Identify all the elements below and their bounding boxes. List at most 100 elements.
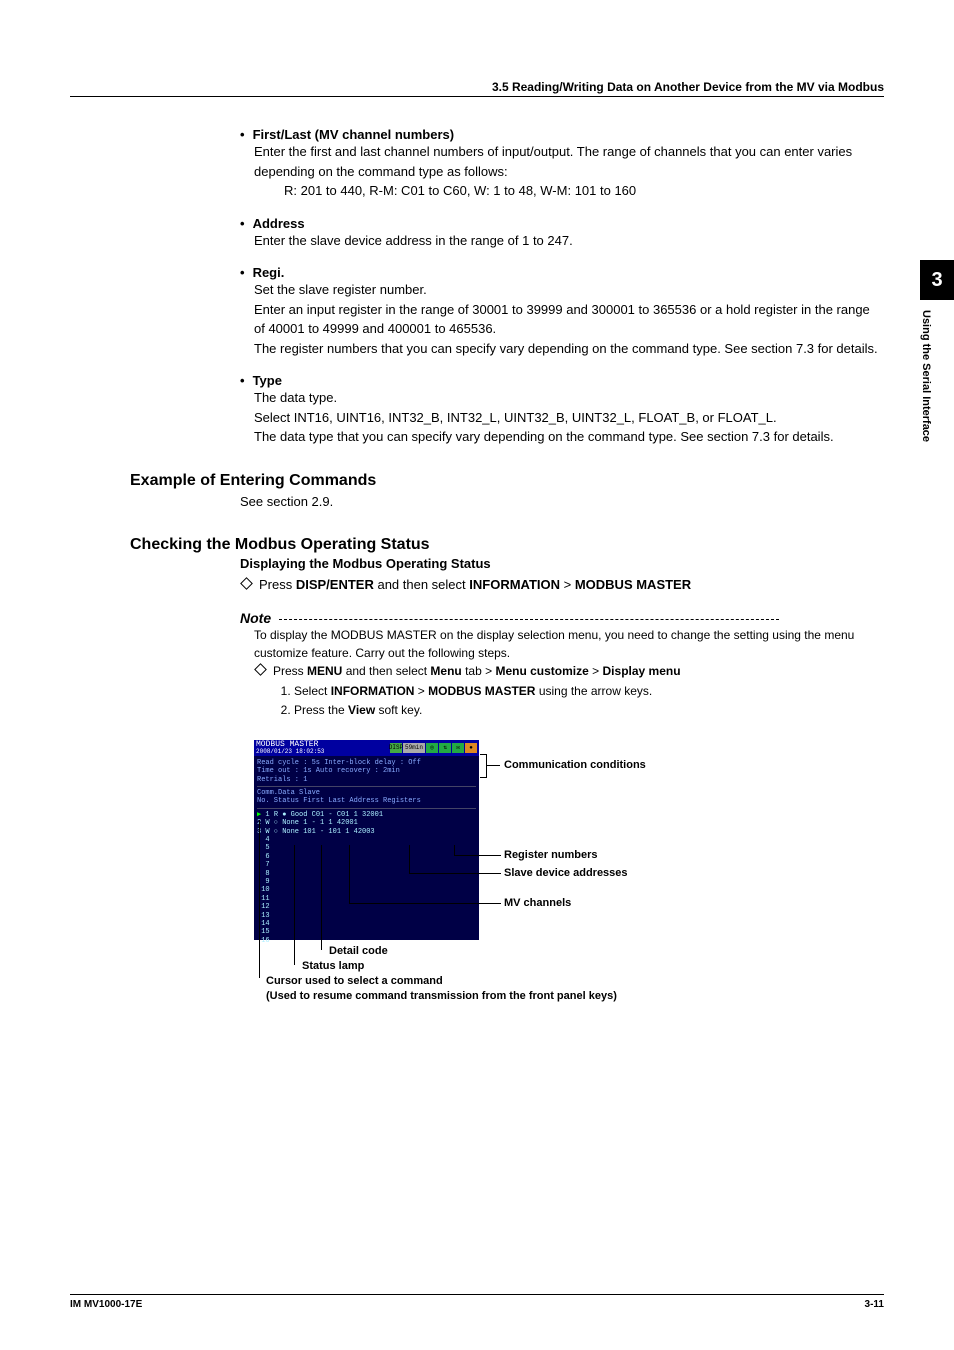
callout-slave-addresses: Slave device addresses xyxy=(504,867,628,879)
note-heading: Note xyxy=(240,610,271,626)
callout-detail-code: Detail code xyxy=(329,945,388,957)
page: 3 Using the Serial Interface 3.5 Reading… xyxy=(0,0,954,1350)
callout-comm-conditions: Communication conditions xyxy=(504,759,646,771)
term-row: 2 W ○ None 1 - 1 1 42001 xyxy=(257,819,476,827)
term-row: 3 W ○ None 101 - 101 1 42003 xyxy=(257,828,476,836)
callout-cursor-sub: (Used to resume command transmission fro… xyxy=(266,990,617,1002)
text: See section 2.9. xyxy=(240,492,884,512)
bullet-address: •Address Enter the slave device address … xyxy=(240,216,884,251)
text-bold: DISP/ENTER xyxy=(296,577,374,592)
bullet-type: •Type The data type. Select INT16, UINT1… xyxy=(240,373,884,447)
figure-modbus-screen: MODBUS MASTER 2008/01/23 18:02:53 DISP 5… xyxy=(254,740,884,1020)
terminal-titlebar: MODBUS MASTER 2008/01/23 18:02:53 DISP 5… xyxy=(254,740,479,756)
status-icon: ◎ xyxy=(426,743,438,753)
callout-line xyxy=(259,820,260,978)
bullet-body: Enter the first and last channel numbers… xyxy=(254,142,884,201)
term-row: 1 R ● Good C01 - C01 1 32001 xyxy=(261,811,383,819)
term-line: Read cycle : 5s Inter-block delay : Off xyxy=(257,759,476,767)
text: soft key. xyxy=(375,703,422,717)
header-rule xyxy=(70,96,884,97)
bracket-icon xyxy=(480,754,487,778)
bullet-body: Enter the slave device address in the ra… xyxy=(254,231,884,251)
section-header: 3.5 Reading/Writing Data on Another Devi… xyxy=(70,80,884,94)
text-bold: View xyxy=(348,703,375,717)
text: and then select xyxy=(374,577,469,592)
note-step-2: Press the View soft key. xyxy=(294,701,884,720)
text-bold: MODBUS MASTER xyxy=(428,684,535,698)
term-line: Retrials : 1 xyxy=(257,776,476,784)
bullet-body: The data type. Select INT16, UINT16, INT… xyxy=(254,388,884,447)
text: The register numbers that you can specif… xyxy=(254,339,884,359)
text: tab > xyxy=(462,664,496,678)
note-dash-line xyxy=(279,619,779,620)
note-step-1: Select INFORMATION > MODBUS MASTER using… xyxy=(294,682,884,701)
bullet-title: Regi. xyxy=(253,265,285,280)
text: Press xyxy=(273,664,307,678)
callout-line xyxy=(294,845,295,965)
mail-icon: ✉ xyxy=(452,743,464,753)
text-bold: MENU xyxy=(307,664,342,678)
bullet-first-last: •First/Last (MV channel numbers) Enter t… xyxy=(240,127,884,201)
callout-register-numbers: Register numbers xyxy=(504,849,598,861)
callout-line xyxy=(349,845,501,904)
note-menu-line: Press MENU and then select Menu tab > Me… xyxy=(254,662,884,680)
diamond-bullet-icon xyxy=(254,663,267,676)
text: using the arrow keys. xyxy=(535,684,652,698)
text-bold: Display menu xyxy=(603,664,681,678)
text: Select INT16, UINT16, INT32_B, INT32_L, … xyxy=(254,408,884,428)
text-bold: MODBUS MASTER xyxy=(575,577,691,592)
time-badge: 59min xyxy=(403,743,425,753)
footer-page-number: 3-11 xyxy=(865,1299,884,1310)
callout-line xyxy=(486,765,500,766)
text: > xyxy=(589,664,603,678)
bullet-title: First/Last (MV channel numbers) xyxy=(253,127,455,142)
note-block: Note To display the MODBUS MASTER on the… xyxy=(240,595,884,720)
terminal-screenshot: MODBUS MASTER 2008/01/23 18:02:53 DISP 5… xyxy=(254,740,479,940)
text: The data type that you can specify vary … xyxy=(254,427,884,447)
text-bold: INFORMATION xyxy=(469,577,560,592)
text: Press xyxy=(259,577,296,592)
heading-checking-status: Checking the Modbus Operating Status xyxy=(130,536,884,554)
heading-example-commands: Example of Entering Commands xyxy=(130,472,884,490)
term-header: Comm.Data Slave xyxy=(257,789,476,797)
page-footer: IM MV1000-17E 3-11 xyxy=(70,1294,884,1310)
text: Select xyxy=(294,684,331,698)
disp-badge: DISP xyxy=(390,743,402,753)
callout-cursor: Cursor used to select a command xyxy=(266,975,443,987)
instruction-press-disp: Press DISP/ENTER and then select INFORMA… xyxy=(240,575,884,595)
text: Enter the first and last channel numbers… xyxy=(254,144,852,179)
chapter-title-vertical: Using the Serial Interface xyxy=(920,300,940,442)
footer-doc-id: IM MV1000-17E xyxy=(70,1299,142,1310)
text-bold: INFORMATION xyxy=(331,684,415,698)
status-section: Displaying the Modbus Operating Status P… xyxy=(240,556,884,1020)
bullet-regi: •Regi. Set the slave register number. En… xyxy=(240,265,884,358)
status-icon: ⇅ xyxy=(439,743,451,753)
terminal-timestamp: 2008/01/23 18:02:53 xyxy=(256,749,324,755)
term-line: Time out : 1s Auto recovery : 2min xyxy=(257,767,476,775)
terminal-icons: DISP 59min ◎ ⇅ ✉ ● xyxy=(390,743,477,753)
bullet-title: Type xyxy=(253,373,282,388)
text: > xyxy=(560,577,575,592)
callout-status-lamp: Status lamp xyxy=(302,960,364,972)
note-steps: Select INFORMATION > MODBUS MASTER using… xyxy=(294,682,884,720)
text: The data type. xyxy=(254,388,884,408)
text: and then select xyxy=(342,664,430,678)
note-body: To display the MODBUS MASTER on the disp… xyxy=(254,626,884,720)
subheading-displaying: Displaying the Modbus Operating Status xyxy=(240,556,884,571)
callout-line xyxy=(321,845,322,950)
text: Set the slave register number. xyxy=(254,280,884,300)
side-tab: 3 Using the Serial Interface xyxy=(920,260,954,500)
text-bold: Menu customize xyxy=(495,664,588,678)
main-content: •First/Last (MV channel numbers) Enter t… xyxy=(240,127,884,447)
text-bold: Menu xyxy=(430,664,461,678)
bullet-title: Address xyxy=(253,216,305,231)
text: R: 201 to 440, R-M: C01 to C60, W: 1 to … xyxy=(284,181,884,201)
term-header: No. Status First Last Address Registers xyxy=(257,797,476,805)
text: Press the xyxy=(294,703,348,717)
bullet-body: Set the slave register number. Enter an … xyxy=(254,280,884,358)
diamond-bullet-icon xyxy=(240,577,253,590)
text: > xyxy=(414,684,428,698)
alert-icon: ● xyxy=(465,743,477,753)
text: To display the MODBUS MASTER on the disp… xyxy=(254,626,884,662)
callout-mv-channels: MV channels xyxy=(504,897,571,909)
